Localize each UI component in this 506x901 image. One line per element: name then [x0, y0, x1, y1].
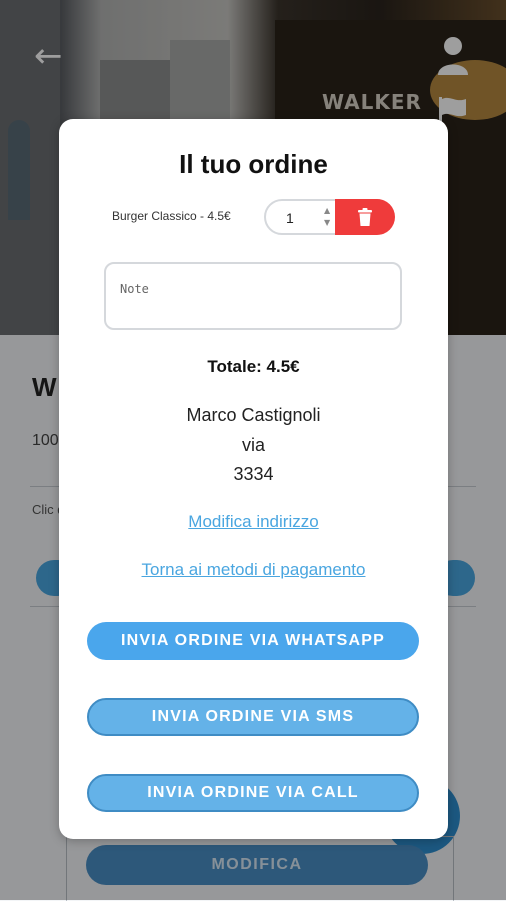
- address-number: 3334: [233, 464, 274, 484]
- back-to-payment-link[interactable]: Torna ai metodi di pagamento: [59, 560, 448, 580]
- address-name: Marco Castignoli: [186, 405, 321, 425]
- modal-title: Il tuo ordine: [179, 149, 328, 179]
- edit-address-link[interactable]: Modifica indirizzo: [59, 512, 448, 532]
- order-total: Totale: 4.5€: [207, 357, 300, 376]
- stepper-arrows-icon[interactable]: ▲ ▼: [324, 205, 330, 229]
- quantity-stepper[interactable]: 1 ▲ ▼: [264, 199, 344, 235]
- send-call-button[interactable]: INVIA ORDINE VIA CALL: [87, 774, 419, 812]
- address-street: via: [241, 435, 265, 455]
- order-modal: Il tuo ordine Burger Classico - 4.5€ 1 ▲…: [59, 119, 448, 839]
- notes-field[interactable]: [104, 262, 402, 330]
- trash-icon: [358, 208, 372, 226]
- delete-item-button[interactable]: [335, 199, 395, 235]
- send-sms-button[interactable]: INVIA ORDINE VIA SMS: [87, 698, 419, 736]
- send-whatsapp-button[interactable]: INVIA ORDINE VIA WHATSAPP: [87, 622, 419, 660]
- order-item-label: Burger Classico - 4.5€: [112, 209, 231, 223]
- quantity-value[interactable]: 1: [286, 210, 294, 226]
